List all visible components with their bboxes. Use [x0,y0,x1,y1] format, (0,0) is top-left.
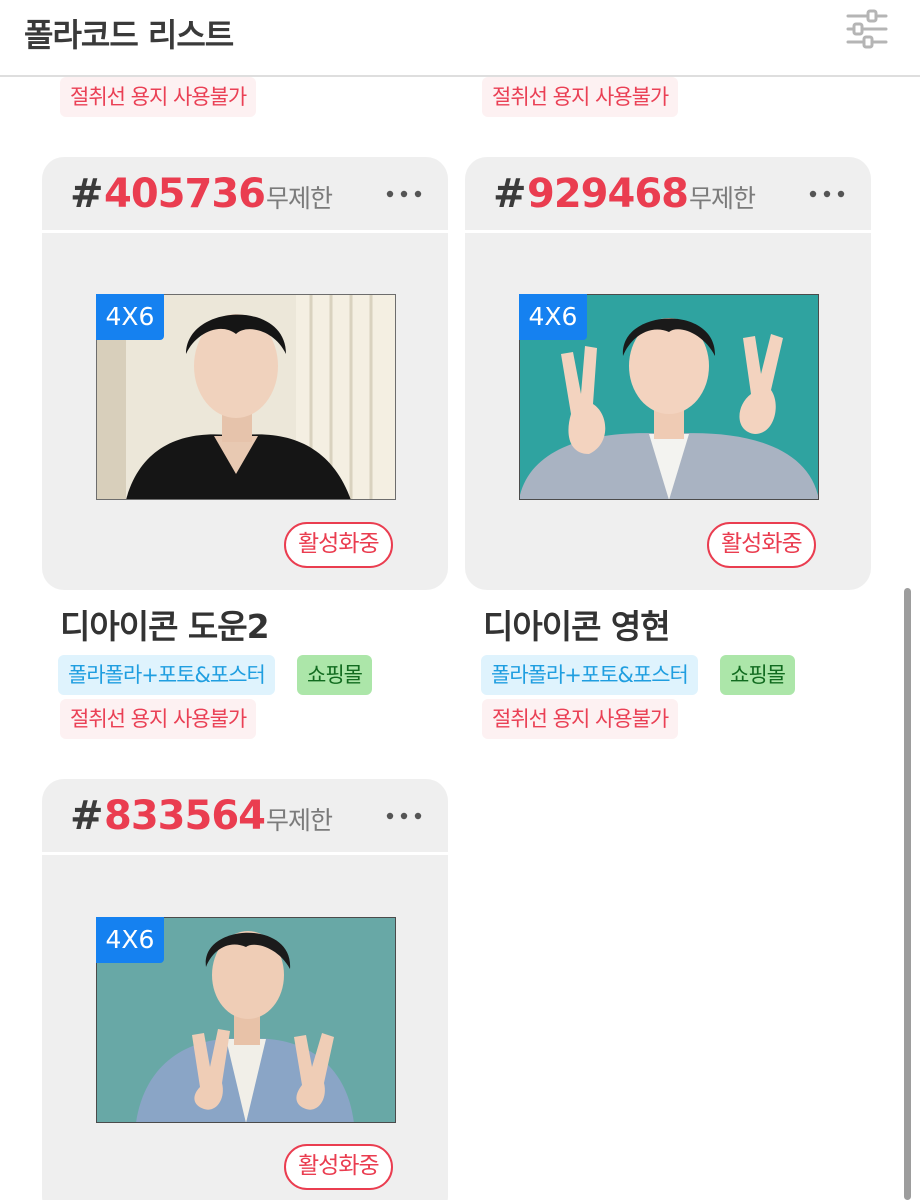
photo-thumbnail[interactable]: 4X6 [96,294,396,500]
tag-no-perforated-paper: 절취선 용지 사용불가 [60,699,257,739]
filter-button[interactable] [842,8,892,50]
card-header: # 405736 무제한 [42,157,448,233]
status-badge: 활성화중 [284,522,393,568]
more-horizontal-icon [386,812,422,820]
polacode-card[interactable]: # 405736 무제한 4X6 활성화중 [42,157,448,590]
more-options-button[interactable] [382,795,426,835]
more-options-button[interactable] [382,173,426,213]
card-code: 405736 [104,171,266,217]
sliders-icon [846,9,888,49]
card-code: 833564 [104,793,266,839]
card-header: # 833564 무제한 [42,779,448,855]
card-code: 929468 [527,171,689,217]
scrollbar[interactable] [904,588,911,1200]
usage-limit: 무제한 [266,184,333,213]
card-title: 디아이콘 영현 [483,607,671,646]
page-title: 폴라코드 리스트 [24,16,234,54]
size-badge: 4X6 [519,294,587,340]
hash-symbol: # [70,793,104,839]
size-badge: 4X6 [96,294,164,340]
tag-product-type: 폴라폴라+포토&포스터 [481,655,698,695]
status-badge: 활성화중 [284,1144,393,1190]
polacode-card[interactable]: # 929468 무제한 4X6 활성화중 [465,157,871,590]
app-header: 폴라코드 리스트 [0,0,920,77]
card-header: # 929468 무제한 [465,157,871,233]
tag-no-perforated-paper: 절취선 용지 사용불가 [60,77,257,117]
hash-symbol: # [70,171,104,217]
tag-product-type: 폴라폴라+포토&포스터 [58,655,275,695]
hash-symbol: # [493,171,527,217]
photo-thumbnail[interactable]: 4X6 [519,294,819,500]
tag-shopping-mall: 쇼핑몰 [720,655,795,695]
usage-limit: 무제한 [689,184,756,213]
tag-shopping-mall: 쇼핑몰 [297,655,372,695]
tag-no-perforated-paper: 절취선 용지 사용불가 [482,699,679,739]
more-horizontal-icon [386,190,422,198]
polacode-card[interactable]: # 833564 무제한 4X6 활성화중 [42,779,448,1200]
card-title: 디아이콘 도운2 [60,607,270,646]
more-options-button[interactable] [805,173,849,213]
usage-limit: 무제한 [266,806,333,835]
status-badge: 활성화중 [707,522,816,568]
photo-thumbnail[interactable]: 4X6 [96,917,396,1123]
size-badge: 4X6 [96,917,164,963]
tag-no-perforated-paper: 절취선 용지 사용불가 [482,77,679,117]
more-horizontal-icon [809,190,845,198]
